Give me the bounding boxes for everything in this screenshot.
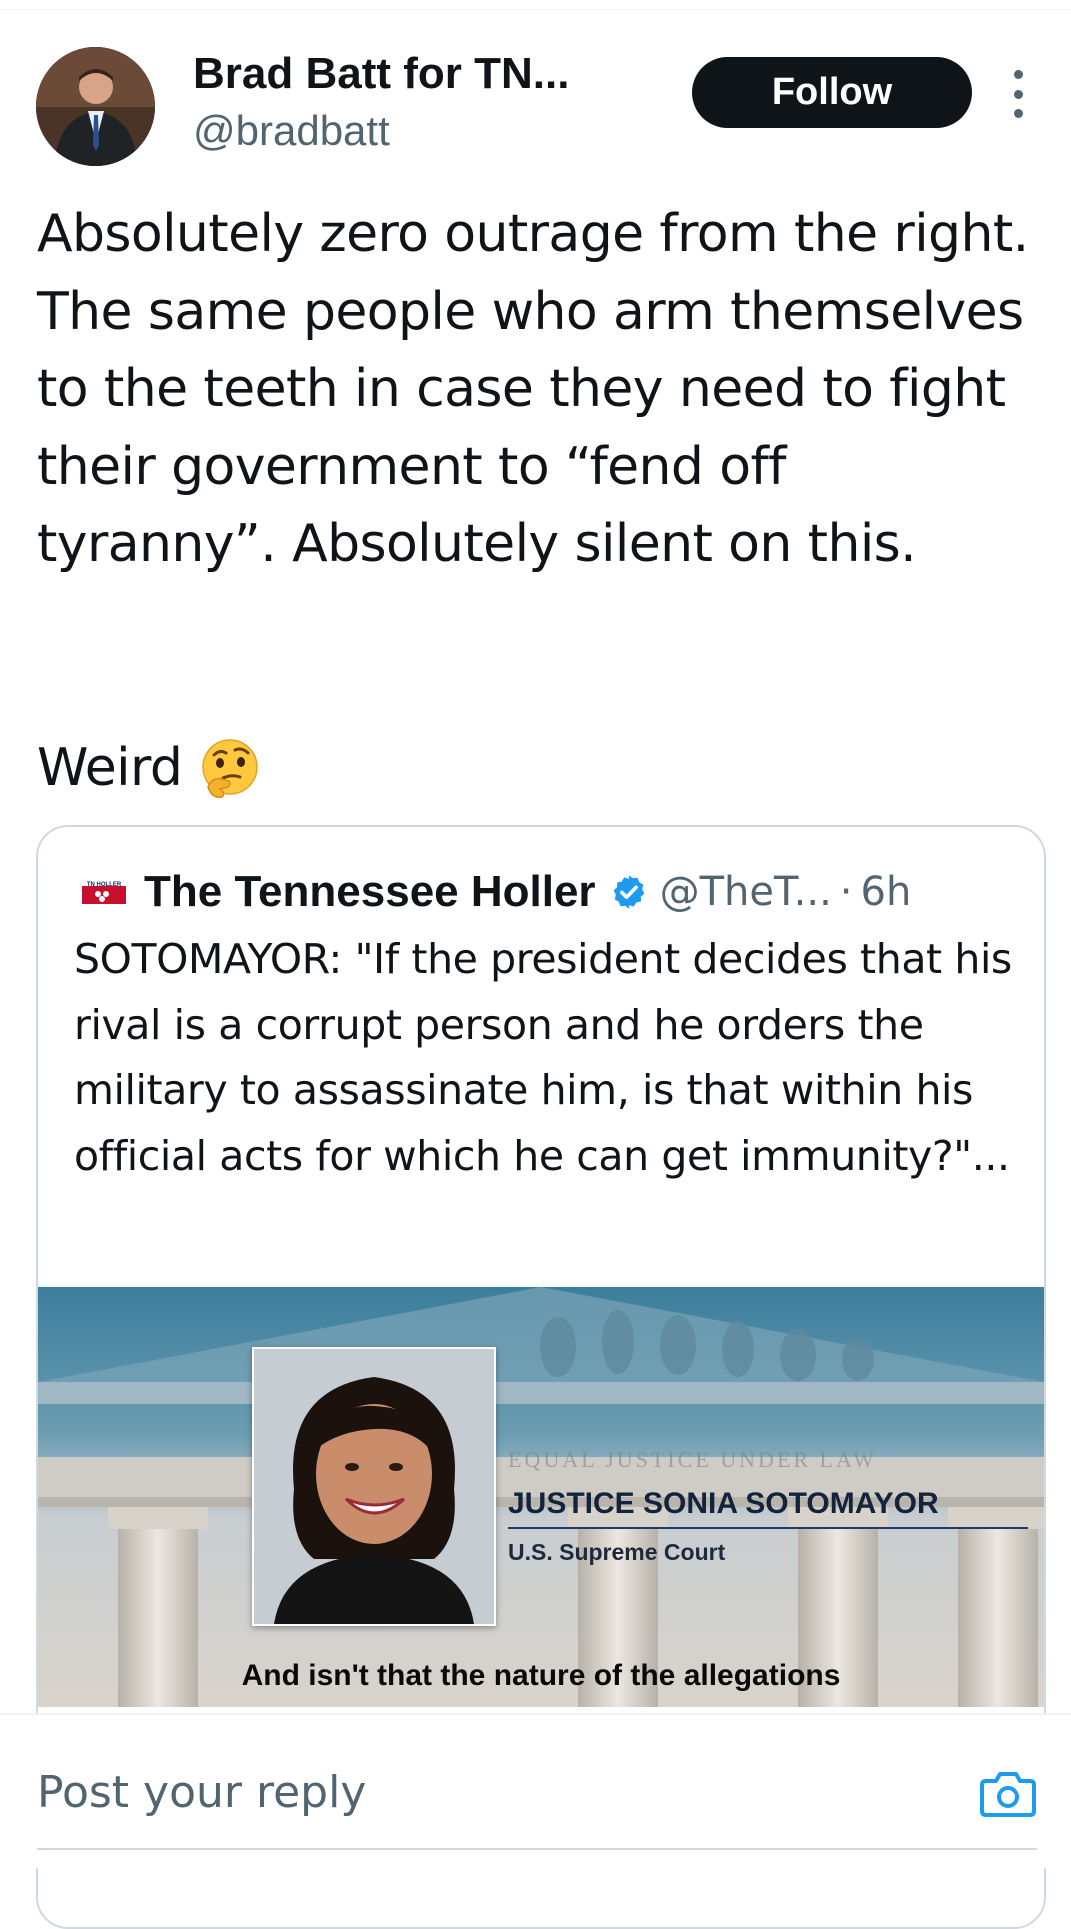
quoted-author-name[interactable]: The Tennessee Holler (144, 867, 596, 917)
more-dot (1013, 89, 1023, 99)
separator-dot: · (839, 869, 853, 915)
post-text: Absolutely zero outrage from the right. … (37, 204, 1029, 574)
thinking-face-icon (202, 738, 259, 798)
quoted-post-media[interactable]: EQUAL JUSTICE UNDER LAW JUSTICE SONIA SO… (38, 1287, 1044, 1707)
logo-text: TN HOLLER (87, 882, 122, 888)
author-avatar[interactable] (36, 47, 155, 166)
avatar-photo (36, 47, 155, 166)
video-caption: And isn't that the nature of the allegat… (241, 1659, 841, 1692)
author-name[interactable]: Brad Batt for TN... (193, 48, 569, 100)
quoted-post-time[interactable]: 6h (861, 869, 912, 915)
camera-icon[interactable] (978, 1763, 1038, 1823)
reply-bar: Post your reply (0, 1713, 1071, 1868)
more-dot (1013, 70, 1023, 79)
post-text-tail-line: Weird (37, 730, 262, 807)
verified-badge-icon (613, 875, 644, 909)
more-dot (1013, 109, 1023, 118)
more-options-icon[interactable] (1005, 70, 1031, 118)
lower-third: JUSTICE SONIA SOTOMAYOR U.S. Supreme Cou… (508, 1487, 1028, 1566)
reply-input[interactable]: Post your reply (37, 1767, 366, 1818)
follow-button[interactable]: Follow (692, 57, 972, 128)
tn-holler-logo-icon[interactable]: TN HOLLER (80, 876, 128, 908)
post-text-tail: Weird (37, 738, 183, 798)
lower-third-title: U.S. Supreme Court (508, 1539, 726, 1565)
justice-portrait (252, 1347, 496, 1626)
top-divider (0, 9, 1071, 10)
lower-third-name: JUSTICE SONIA SOTOMAYOR (508, 1487, 1028, 1529)
reply-underline (37, 1848, 1037, 1850)
quoted-post-header: TN HOLLER The Tennessee Holler @TheT... … (80, 867, 911, 917)
portrait-image (254, 1349, 494, 1624)
quoted-author-handle[interactable]: @TheT... (660, 869, 832, 915)
frieze-inscription: EQUAL JUSTICE UNDER LAW (508, 1447, 877, 1472)
quoted-post-text: SOTOMAYOR: "If the president decides tha… (74, 935, 1012, 1180)
author-handle[interactable]: @bradbatt (193, 106, 390, 156)
